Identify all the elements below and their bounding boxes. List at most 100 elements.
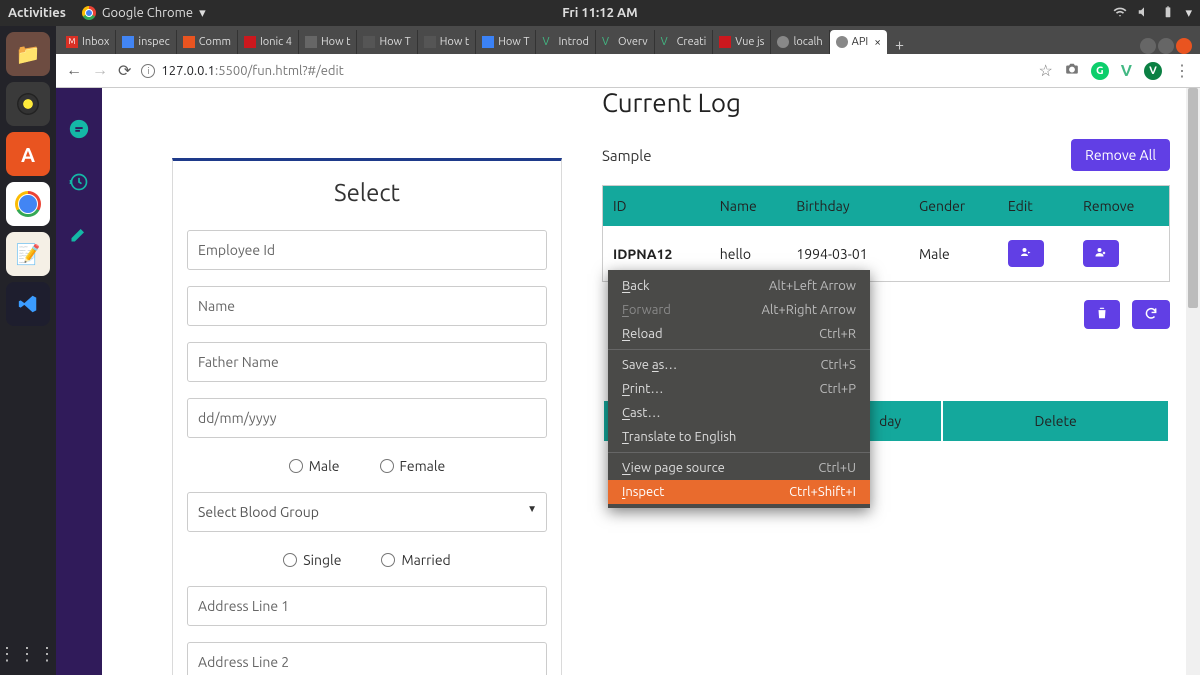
cell-gender: Male (909, 226, 998, 282)
table-header-row: ID Name Birthday Gender Edit Remove (603, 186, 1170, 227)
form-column: Select Male Female Select Blood Group (172, 88, 562, 675)
address1-input[interactable] (187, 586, 547, 626)
marital-radio-group: Single Married (187, 552, 547, 568)
tab-inbox[interactable]: MInbox (60, 30, 116, 54)
gender-radio-group: Male Female (187, 458, 547, 474)
th-name: Name (710, 186, 787, 227)
star-icon[interactable]: ☆ (1038, 61, 1052, 80)
context-menu: BackAlt+Left Arrow ForwardAlt+Right Arro… (608, 270, 870, 508)
forward-button: → (92, 61, 108, 80)
clock[interactable]: Fri 11:12 AM (562, 6, 637, 20)
window-maximize[interactable] (1158, 38, 1174, 54)
chat-icon[interactable] (68, 118, 90, 144)
launcher-apps-grid[interactable]: ⋮⋮⋮ (0, 644, 58, 665)
ctx-translate[interactable]: Translate to English (608, 425, 870, 449)
launcher-chrome[interactable] (6, 182, 50, 226)
father-name-input[interactable] (187, 342, 547, 382)
undo-icon-button[interactable] (1132, 300, 1170, 329)
log-table: ID Name Birthday Gender Edit Remove IDPN… (602, 185, 1170, 282)
edit-row-button[interactable] (1008, 240, 1044, 267)
window-minimize[interactable] (1140, 38, 1156, 54)
history-icon[interactable] (69, 172, 89, 196)
tab-how1[interactable]: How t (299, 30, 357, 54)
chrome-icon (82, 6, 96, 20)
app-indicator[interactable]: Google Chrome ▾ (82, 6, 206, 21)
tab-comm[interactable]: Comm (177, 30, 238, 54)
radio-single[interactable]: Single (283, 552, 341, 568)
app-sidebar (56, 88, 102, 675)
th-birthday: Birthday (786, 186, 909, 227)
activities-button[interactable]: Activities (8, 6, 66, 20)
ubuntu-launcher: 📁 A 📝 ⋮⋮⋮ (0, 26, 56, 675)
launcher-files[interactable]: 📁 (6, 32, 50, 76)
launcher-rhythmbox[interactable] (6, 82, 50, 126)
launcher-vscode[interactable] (6, 282, 50, 326)
th-delete: Delete (943, 401, 1168, 441)
delete-icon-button[interactable] (1084, 300, 1120, 329)
th-id: ID (603, 186, 710, 227)
radio-married[interactable]: Married (381, 552, 450, 568)
ctx-cast[interactable]: Cast… (608, 401, 870, 425)
edit-icon[interactable] (69, 224, 89, 248)
new-tab-button[interactable]: + (887, 36, 912, 54)
radio-female[interactable]: Female (380, 458, 446, 474)
battery-icon[interactable] (1161, 5, 1175, 22)
site-info-icon[interactable]: i (141, 64, 155, 78)
remove-row-button[interactable] (1083, 240, 1119, 267)
reload-button[interactable]: ⟳ (118, 61, 131, 80)
launcher-text-editor[interactable]: 📝 (6, 232, 50, 276)
name-input[interactable] (187, 286, 547, 326)
wifi-icon[interactable] (1113, 5, 1127, 22)
tab-inspec[interactable]: inspec (116, 30, 176, 54)
tab-vuejs[interactable]: Vue js (713, 30, 771, 54)
employee-id-input[interactable] (187, 230, 547, 270)
form-card: Select Male Female Select Blood Group (172, 158, 562, 675)
tab-close-icon[interactable]: × (874, 36, 881, 49)
log-title: Current Log (602, 88, 1170, 117)
tab-how2[interactable]: How T (357, 30, 417, 54)
ctx-inspect[interactable]: InspectCtrl+Shift+I (608, 480, 870, 504)
ctx-forward: ForwardAlt+Right Arrow (608, 298, 870, 322)
profile-avatar[interactable]: V (1144, 62, 1162, 80)
ctx-back[interactable]: BackAlt+Left Arrow (608, 274, 870, 298)
camera-icon[interactable] (1065, 62, 1079, 80)
ctx-reload[interactable]: ReloadCtrl+R (608, 322, 870, 346)
th-gender: Gender (909, 186, 998, 227)
back-button[interactable]: ← (66, 61, 82, 80)
volume-icon[interactable] (1137, 5, 1151, 22)
tab-introd[interactable]: VIntrod (536, 30, 595, 54)
chevron-down-icon: ▾ (199, 6, 206, 21)
tab-ionic[interactable]: Ionic 4 (238, 30, 299, 54)
launcher-software[interactable]: A (6, 132, 50, 176)
address2-input[interactable] (187, 642, 547, 675)
app-name: Google Chrome (102, 6, 193, 20)
ctx-save-as[interactable]: Save as…Ctrl+S (608, 353, 870, 377)
url-field[interactable]: i 127.0.0.1:5500/fun.html?#/edit (141, 64, 1028, 78)
window-close[interactable] (1176, 38, 1192, 54)
remove-all-button[interactable]: Remove All (1071, 139, 1170, 171)
tab-localh[interactable]: localh (771, 30, 829, 54)
form-title: Select (187, 179, 547, 206)
vue-devtools-icon[interactable]: V (1121, 62, 1132, 80)
chevron-down-icon[interactable]: ▾ (1185, 6, 1192, 21)
ctx-print[interactable]: Print…Ctrl+P (608, 377, 870, 401)
ctx-view-source[interactable]: View page sourceCtrl+U (608, 456, 870, 480)
th-edit: Edit (998, 186, 1073, 227)
grammarly-icon[interactable]: G (1091, 62, 1109, 80)
blood-group-select[interactable]: Select Blood Group (187, 492, 547, 532)
tab-how4[interactable]: How T (476, 30, 536, 54)
ubuntu-menu-bar: Activities Google Chrome ▾ Fri 11:12 AM … (0, 0, 1200, 26)
scrollbar[interactable] (1186, 88, 1200, 675)
tab-overv[interactable]: VOverv (596, 30, 655, 54)
birthday-input[interactable] (187, 398, 547, 438)
kebab-menu-icon[interactable]: ⋮ (1174, 61, 1190, 80)
address-bar: ← → ⟳ i 127.0.0.1:5500/fun.html?#/edit ☆… (56, 54, 1200, 88)
th-remove: Remove (1073, 186, 1169, 227)
tab-how3[interactable]: How t (418, 30, 476, 54)
tab-strip: MInbox inspec Comm Ionic 4 How t How T H… (56, 26, 1200, 54)
scrollbar-thumb[interactable] (1188, 88, 1198, 308)
tab-api[interactable]: API× (830, 30, 887, 54)
radio-male[interactable]: Male (289, 458, 340, 474)
sample-label: Sample (602, 147, 652, 164)
tab-creati[interactable]: VCreati (655, 30, 714, 54)
